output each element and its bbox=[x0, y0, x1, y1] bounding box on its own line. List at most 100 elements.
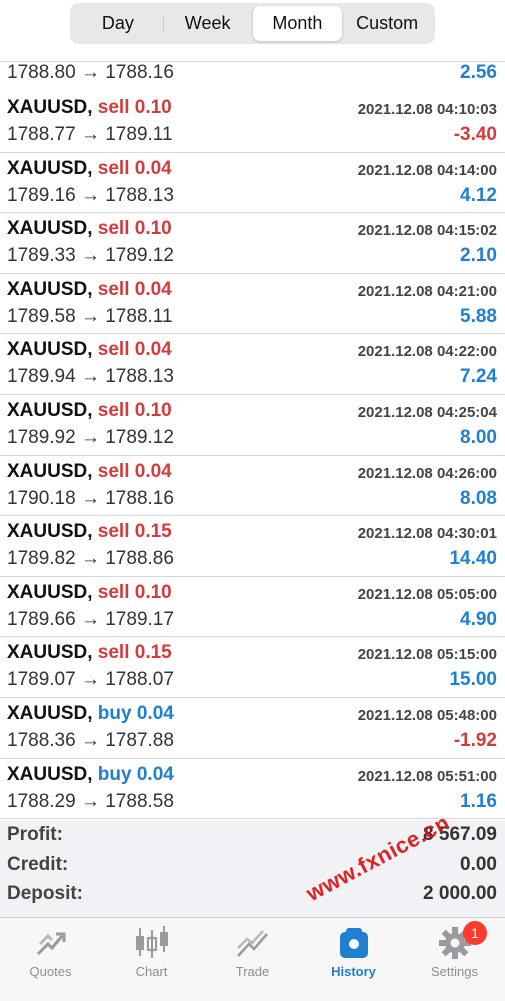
trade-side: sell 0.10 bbox=[97, 399, 172, 421]
history-icon bbox=[339, 928, 368, 958]
trade-time: 2021.12.08 04:15:02 bbox=[357, 222, 497, 240]
trade-side: sell 0.04 bbox=[97, 339, 172, 361]
trade-profit: 4.90 bbox=[460, 608, 497, 630]
trade-time: 2021.12.08 04:10:03 bbox=[357, 101, 497, 118]
trade-prices: 1790.18 → 1788.16 bbox=[7, 487, 174, 509]
list-item[interactable]: XAUUSD, sell 0.10 2021.12.08 04:10:03 1788… bbox=[0, 92, 505, 153]
trade-title: XAUUSD, sell 0.10 bbox=[7, 218, 172, 240]
trade-title: XAUUSD, sell 0.04 bbox=[7, 279, 172, 301]
tab-label: Settings bbox=[431, 964, 478, 979]
trade-side: sell 0.10 bbox=[97, 218, 172, 240]
trade-title: XAUUSD, buy 0.04 bbox=[7, 764, 174, 786]
trade-profit: 2.56 bbox=[460, 62, 497, 83]
trade-time: 2021.12.08 04:14:00 bbox=[357, 161, 497, 179]
list-item[interactable]: XAUUSD, sell 0.10 2021.12.08 05:05:00 1789… bbox=[0, 577, 505, 638]
trade-prices: 1789.16 → 1788.13 bbox=[7, 184, 174, 206]
trade-prices: 1789.94 → 1788.13 bbox=[7, 366, 174, 388]
summary-value: 0.00 bbox=[460, 853, 497, 875]
tab-trade[interactable]: Trade bbox=[202, 918, 303, 1001]
tab-label: History bbox=[331, 964, 376, 979]
summary-value: 2 000.00 bbox=[423, 883, 497, 904]
trade-prices: 1789.07 → 1788.07 bbox=[7, 669, 174, 691]
trade-time: 2021.12.08 05:51:00 bbox=[357, 767, 497, 785]
trade-symbol: XAUUSD, bbox=[7, 157, 93, 179]
trade-prices: 1788.80 → 1788.16 bbox=[7, 62, 174, 83]
list-item[interactable]: XAUUSD, sell 0.04 2021.12.08 04:22:00 1789… bbox=[0, 334, 505, 395]
trade-prices: 1789.92 → 1789.12 bbox=[7, 426, 174, 448]
list-item[interactable]: XAUUSD, sell 0.15 2021.12.08 04:30:01 1789… bbox=[0, 516, 505, 577]
summary-row: Deposit: 2 000.00 bbox=[0, 879, 505, 909]
trade-side: buy 0.04 bbox=[97, 702, 174, 724]
trade-side: sell 0.04 bbox=[97, 278, 172, 300]
trade-title: XAUUSD, sell 0.04 bbox=[7, 339, 172, 361]
trade-prices: 1789.82 → 1788.86 bbox=[7, 548, 174, 570]
list-item[interactable]: XAUUSD, buy 0.04 2021.12.08 05:51:00 1788.… bbox=[0, 759, 505, 820]
quotes-icon bbox=[36, 932, 65, 956]
list-item[interactable]: XAUUSD, sell 0.04 2021.12.08 04:14:00 1789… bbox=[0, 153, 505, 214]
trade-title: XAUUSD, sell 0.10 bbox=[7, 400, 172, 422]
tab-settings[interactable]: Settings 1 bbox=[404, 918, 505, 1001]
trade-time: 2021.12.08 04:30:01 bbox=[357, 525, 497, 543]
list-item[interactable]: XAUUSD, sell 0.04 2021.12.08 04:21:00 1789… bbox=[0, 274, 505, 335]
tab-history[interactable]: History bbox=[303, 918, 404, 1001]
trade-side: sell 0.04 bbox=[97, 157, 172, 179]
list-item[interactable]: XAUUSD, sell 0.04 2021.12.08 04:26:00 1790… bbox=[0, 456, 505, 517]
trade-symbol: XAUUSD, bbox=[7, 460, 93, 482]
trade-title: XAUUSD, sell 0.15 bbox=[7, 521, 172, 543]
list-item[interactable]: XAUUSD, buy 0.04 2021.12.08 05:48:00 1788.… bbox=[0, 698, 505, 759]
tab-label: Chart bbox=[135, 964, 168, 979]
trade-symbol: XAUUSD, bbox=[7, 702, 93, 724]
tab-label: Quotes bbox=[29, 964, 72, 979]
trade-history-list[interactable]: 1788.80 → 1788.16 2.56 XAUUSD, sell 0.10… bbox=[0, 52, 505, 820]
trade-prices: 1789.58 → 1788.11 bbox=[7, 305, 173, 327]
trade-symbol: XAUUSD, bbox=[7, 218, 93, 240]
trade-time: 2021.12.08 04:22:00 bbox=[357, 343, 497, 361]
trade-side: sell 0.10 bbox=[97, 97, 172, 118]
trade-side: sell 0.15 bbox=[97, 642, 172, 664]
trade-profit: 7.24 bbox=[460, 366, 497, 388]
trade-profit: 8.08 bbox=[460, 487, 497, 509]
list-item[interactable]: 1788.80 → 1788.16 2.56 bbox=[0, 22, 505, 83]
trade-title: XAUUSD, sell 0.04 bbox=[7, 461, 172, 483]
trade-title: XAUUSD, buy 0.04 bbox=[7, 703, 174, 725]
summary-row: Credit: 0.00 bbox=[0, 850, 505, 880]
candlestick-chart-icon bbox=[135, 926, 168, 958]
trade-side: sell 0.15 bbox=[97, 521, 172, 543]
trade-prices: 1788.29 → 1788.58 bbox=[7, 790, 174, 812]
trade-side: buy 0.04 bbox=[97, 763, 174, 785]
bottom-tab-bar: Quotes Chart Trade History Settings 1 bbox=[0, 917, 505, 1001]
trade-time: 2021.12.08 04:21:00 bbox=[357, 282, 497, 300]
trade-time: 2021.12.08 04:26:00 bbox=[357, 464, 497, 482]
notification-badge: 1 bbox=[463, 921, 487, 945]
trade-symbol: XAUUSD, bbox=[7, 97, 93, 118]
trade-prices: 1788.77 → 1789.11 bbox=[7, 124, 173, 145]
trade-profit: 2.10 bbox=[460, 245, 497, 267]
trade-profit: -1.92 bbox=[453, 729, 497, 751]
tab-chart[interactable]: Chart bbox=[101, 918, 202, 1001]
trade-symbol: XAUUSD, bbox=[7, 399, 93, 421]
trade-title: XAUUSD, sell 0.10 bbox=[7, 97, 172, 119]
trade-prices: 1788.36 → 1787.88 bbox=[7, 729, 174, 751]
summary-label: Profit: bbox=[7, 824, 63, 845]
trade-profit: 4.12 bbox=[460, 184, 497, 206]
trade-icon bbox=[236, 930, 268, 957]
trade-time: 2021.12.08 05:05:00 bbox=[357, 585, 497, 603]
trade-symbol: XAUUSD, bbox=[7, 278, 93, 300]
trade-title: XAUUSD, sell 0.10 bbox=[7, 582, 172, 604]
trade-symbol: XAUUSD, bbox=[7, 521, 93, 543]
trade-prices: 1789.33 → 1789.12 bbox=[7, 245, 174, 267]
trade-symbol: XAUUSD, bbox=[7, 642, 93, 664]
summary-label: Credit: bbox=[7, 853, 69, 875]
list-item[interactable]: XAUUSD, sell 0.10 2021.12.08 04:15:02 1789… bbox=[0, 213, 505, 274]
trade-profit: 8.00 bbox=[460, 426, 497, 448]
trade-time: 2021.12.08 04:25:04 bbox=[357, 403, 497, 421]
trade-symbol: XAUUSD, bbox=[7, 339, 93, 361]
tab-label: Trade bbox=[235, 964, 270, 979]
tab-quotes[interactable]: Quotes bbox=[0, 918, 101, 1001]
trade-side: sell 0.10 bbox=[97, 581, 172, 603]
list-item[interactable]: XAUUSD, sell 0.15 2021.12.08 05:15:00 1789… bbox=[0, 637, 505, 698]
trade-profit: 15.00 bbox=[449, 669, 497, 691]
list-item[interactable]: XAUUSD, sell 0.10 2021.12.08 04:25:04 1789… bbox=[0, 395, 505, 456]
summary-label: Deposit: bbox=[7, 883, 83, 904]
trade-title: XAUUSD, sell 0.15 bbox=[7, 642, 172, 664]
